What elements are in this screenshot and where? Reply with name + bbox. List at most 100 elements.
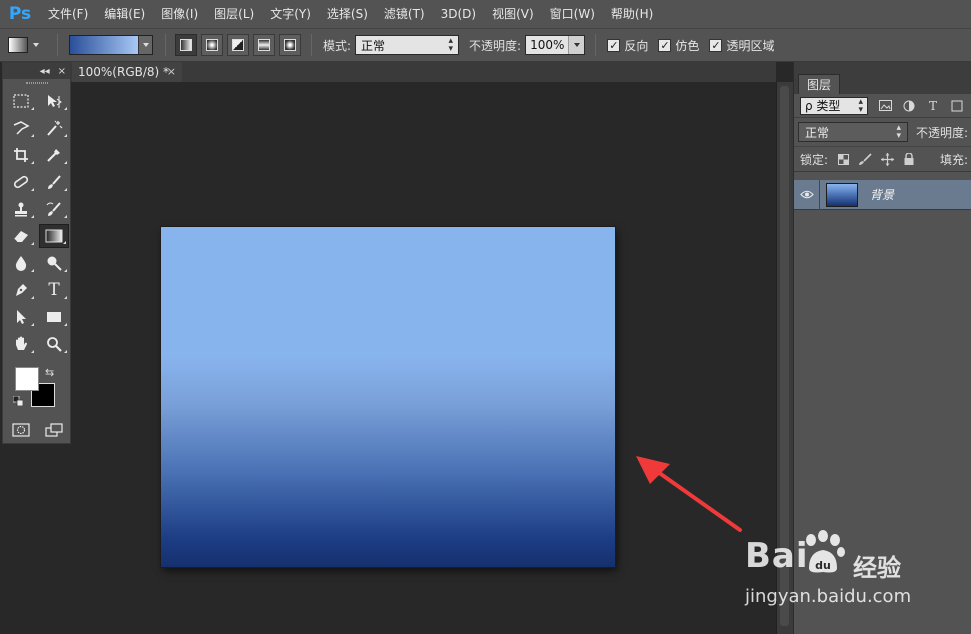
drag-handle[interactable] [3, 79, 70, 87]
move-icon[interactable] [39, 89, 69, 113]
document-canvas[interactable] [161, 227, 615, 567]
diamond-gradient-button[interactable] [279, 34, 301, 56]
layer-opacity-label: 不透明度: [916, 125, 969, 140]
blend-mode-select[interactable]: 正常 ▴ ▾ [798, 122, 908, 142]
mode-label: 模式: [323, 38, 352, 53]
menu-help[interactable]: 帮助(H) [603, 0, 661, 28]
eraser-icon[interactable] [6, 224, 36, 248]
menu-layer[interactable]: 图层(L) [206, 0, 262, 28]
photoshop-window: Ps 文件(F) 编辑(E) 图像(I) 图层(L) 文字(Y) 选择(S) 滤… [0, 0, 971, 634]
layer-thumbnail[interactable] [826, 182, 858, 207]
lock-pixels-icon[interactable] [858, 152, 872, 166]
zoom-icon[interactable] [39, 332, 69, 356]
dodge-icon[interactable] [39, 251, 69, 275]
screen-mode-icon[interactable] [39, 418, 69, 442]
blur-icon[interactable] [6, 251, 36, 275]
dither-option[interactable]: ✓ 仿色 [658, 37, 699, 54]
angle-gradient-icon [232, 39, 244, 51]
path-select-icon[interactable] [6, 305, 36, 329]
pen-icon[interactable] [6, 278, 36, 302]
collapse-icon[interactable]: ◂◂ [40, 66, 50, 77]
blend-mode-value: 正常 [805, 125, 830, 140]
lock-all-icon[interactable] [902, 152, 916, 166]
menu-type[interactable]: 文字(Y) [262, 0, 319, 28]
lasso-icon[interactable] [6, 116, 36, 140]
opacity-value[interactable]: 100% [526, 38, 568, 52]
default-colors-icon[interactable] [13, 396, 23, 406]
menu-window[interactable]: 窗口(W) [542, 0, 603, 28]
adjustment-filter-icon[interactable] [902, 100, 916, 112]
divider [57, 34, 58, 56]
crop-icon[interactable] [6, 143, 36, 167]
layer-row-background[interactable]: 背景 [794, 179, 971, 210]
linear-gradient-icon [180, 39, 192, 51]
reflected-gradient-button[interactable] [253, 34, 275, 56]
hand-icon[interactable] [6, 332, 36, 356]
color-swatches: ⇆ [3, 363, 70, 411]
rectangle-icon[interactable] [39, 305, 69, 329]
tab-layers[interactable]: 图层 [798, 74, 841, 94]
opacity-label: 不透明度: [469, 38, 522, 53]
foreground-color-swatch[interactable] [15, 367, 39, 391]
divider [165, 34, 166, 56]
gradient-icon[interactable] [39, 223, 69, 248]
magic-wand-icon[interactable] [39, 116, 69, 140]
reflected-gradient-icon [258, 39, 270, 51]
lock-transparent-icon[interactable] [836, 152, 850, 166]
quick-mask-icon[interactable] [6, 418, 36, 442]
panel-header-strip[interactable] [794, 62, 971, 74]
divider [311, 34, 312, 56]
menu-edit[interactable]: 编辑(E) [96, 0, 153, 28]
document-tab[interactable]: 100%(RGB/8) * × [72, 62, 182, 82]
options-bar: 模式: 正常 ▴ ▾ 不透明度: 100% ✓ 反向 ✓ 仿色 ✓ 透明区域 [0, 28, 971, 62]
menu-view[interactable]: 视图(V) [484, 0, 542, 28]
type-filter-icon[interactable]: T [926, 99, 940, 113]
stamp-icon[interactable] [6, 197, 36, 221]
angle-gradient-button[interactable] [227, 34, 249, 56]
mode-select[interactable]: 正常 ▴ ▾ [355, 35, 460, 55]
image-filter-icon[interactable] [878, 100, 892, 112]
menu-bar: Ps 文件(F) 编辑(E) 图像(I) 图层(L) 文字(Y) 选择(S) 滤… [0, 0, 971, 28]
brush-icon[interactable] [39, 170, 69, 194]
type-glyph: T [48, 279, 60, 300]
swap-colors-icon[interactable]: ⇆ [45, 366, 54, 379]
layer-name[interactable]: 背景 [870, 186, 894, 203]
chevron-down-icon [573, 43, 580, 47]
menu-filter[interactable]: 滤镜(T) [376, 0, 433, 28]
transparency-checkbox[interactable]: ✓ [709, 38, 723, 52]
lock-position-icon[interactable] [880, 152, 894, 166]
radial-gradient-button[interactable] [201, 34, 223, 56]
gradient-dropdown-button[interactable] [138, 36, 152, 54]
toolbox-header[interactable]: ◂◂ × [3, 63, 70, 79]
close-icon[interactable]: × [58, 66, 66, 77]
lock-label: 锁定: [800, 152, 829, 167]
menu-select[interactable]: 选择(S) [319, 0, 376, 28]
shape-filter-icon[interactable] [950, 100, 964, 112]
transparency-option[interactable]: ✓ 透明区域 [709, 37, 774, 54]
menu-file[interactable]: 文件(F) [40, 0, 96, 28]
marquee-icon[interactable] [6, 89, 36, 113]
eye-icon[interactable] [794, 179, 820, 210]
opacity-input[interactable]: 100% [525, 35, 586, 55]
updown-arrows-icon: ▴ ▾ [896, 123, 901, 141]
baidu-watermark: du Bai 经验 jingyan.baidu.com [745, 528, 965, 628]
gradient-picker[interactable] [69, 35, 153, 55]
healing-icon[interactable] [6, 170, 36, 194]
linear-gradient-button[interactable] [175, 34, 197, 56]
eyedropper-icon[interactable] [39, 143, 69, 167]
gradient-preview[interactable] [70, 36, 138, 54]
layer-filter-select[interactable]: ρ 类型 ▴ ▾ [800, 96, 868, 115]
toolbox: ◂◂ × T ⇆ [2, 62, 71, 444]
menu-image[interactable]: 图像(I) [153, 0, 206, 28]
history-brush-icon[interactable] [39, 197, 69, 221]
tool-preset-picker[interactable] [8, 33, 52, 57]
menu-3d[interactable]: 3D(D) [433, 0, 484, 28]
reverse-option[interactable]: ✓ 反向 [607, 37, 648, 54]
red-arrow-annotation [636, 456, 742, 532]
type-icon[interactable]: T [39, 278, 69, 302]
dither-checkbox[interactable]: ✓ [658, 38, 672, 52]
opacity-dropdown-button[interactable] [568, 36, 585, 54]
reverse-checkbox[interactable]: ✓ [607, 38, 621, 52]
radial-gradient-icon [206, 39, 218, 51]
close-icon[interactable]: × [167, 62, 176, 82]
